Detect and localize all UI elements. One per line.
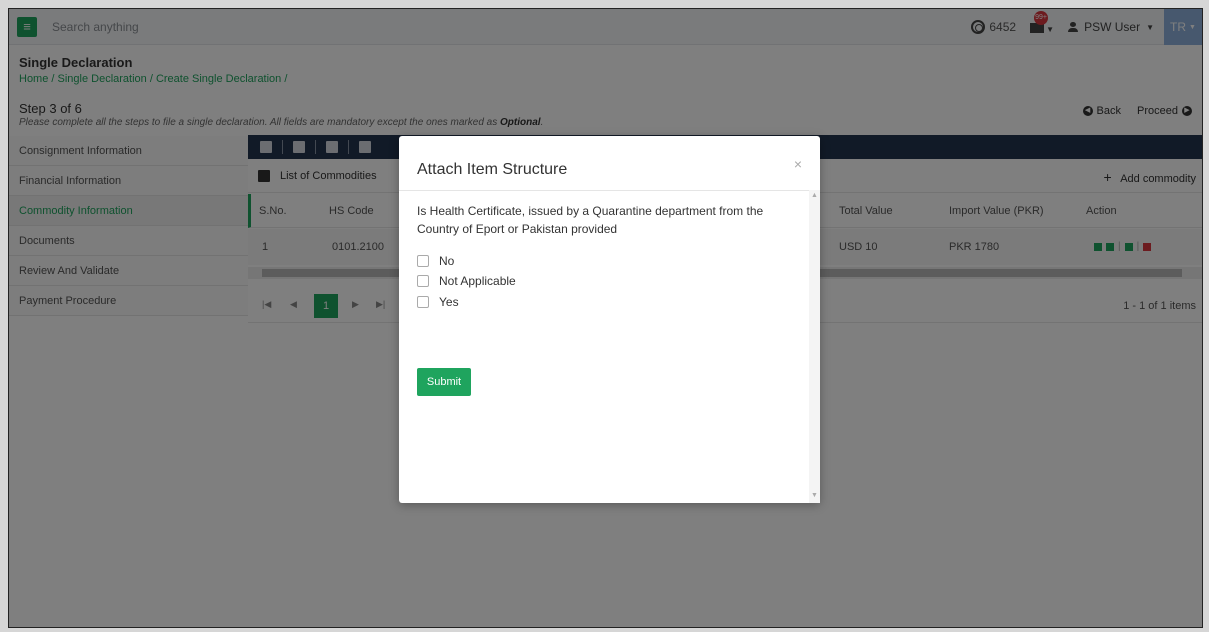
- submit-button[interactable]: Submit: [417, 368, 471, 396]
- option-label: Yes: [439, 295, 459, 309]
- scroll-down-icon[interactable]: ▼: [811, 492, 818, 499]
- checkbox[interactable]: [417, 255, 429, 267]
- checkbox[interactable]: [417, 296, 429, 308]
- option-not-applicable[interactable]: Not Applicable: [417, 274, 516, 288]
- option-no[interactable]: No: [417, 254, 454, 268]
- option-label: No: [439, 254, 455, 268]
- close-icon[interactable]: ×: [794, 156, 802, 172]
- question-text: Is Health Certificate, issued by a Quara…: [417, 204, 764, 236]
- option-label: Not Applicable: [439, 274, 516, 288]
- divider: [399, 190, 820, 191]
- app-window: ≡ Search anything 6452 99+ ▼ PSW User ▼ …: [8, 8, 1203, 628]
- scroll-up-icon[interactable]: ▲: [811, 192, 818, 199]
- option-yes[interactable]: Yes: [417, 295, 459, 309]
- attach-item-structure-modal: Attach Item Structure × Is Health Certif…: [399, 136, 820, 503]
- vertical-scrollbar[interactable]: ▲ ▼: [809, 190, 820, 503]
- checkbox[interactable]: [417, 275, 429, 287]
- modal-title: Attach Item Structure: [417, 161, 568, 178]
